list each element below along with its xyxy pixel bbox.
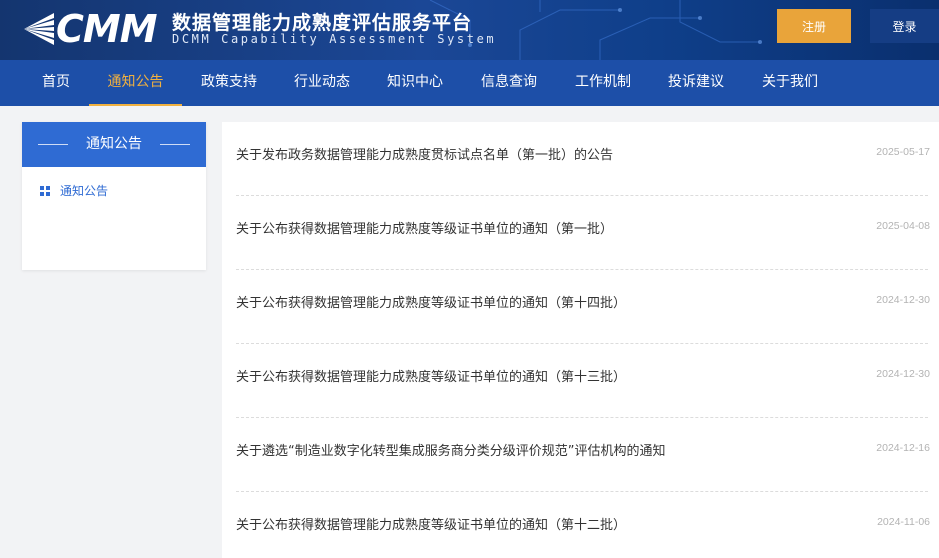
notice-title[interactable]: 关于公布获得数据管理能力成熟度等级证书单位的通知（第一批） — [236, 218, 613, 237]
notice-date: 2024-12-16 — [876, 442, 930, 454]
logo-text: CMM — [56, 7, 158, 51]
nav-item-knowledge[interactable]: 知识中心 — [377, 60, 453, 106]
nav-item-notices[interactable]: 通知公告 — [89, 60, 182, 106]
site-header: CMM 数据管理能力成熟度评估服务平台 DCMM Capability Asse… — [0, 0, 939, 60]
list-item[interactable]: 关于公布获得数据管理能力成熟度等级证书单位的通知（第十二批） 2024-11-0… — [236, 492, 930, 558]
site-title: 数据管理能力成熟度评估服务平台 — [172, 12, 473, 34]
notice-title[interactable]: 关于公布获得数据管理能力成熟度等级证书单位的通知（第十二批） — [236, 514, 626, 533]
notice-title[interactable]: 关于遴选“制造业数字化转型集成服务商分类分级评价规范”评估机构的通知 — [236, 440, 665, 459]
nav-item-info-query[interactable]: 信息查询 — [471, 60, 547, 106]
sidebar-heading: 通知公告 — [22, 122, 206, 167]
site-subtitle: DCMM Capability Assessment System — [172, 32, 497, 46]
notice-date: 2025-05-17 — [876, 146, 930, 158]
list-item[interactable]: 关于公布获得数据管理能力成熟度等级证书单位的通知（第十三批） 2024-12-3… — [236, 344, 930, 418]
nav-item-mechanism[interactable]: 工作机制 — [565, 60, 641, 106]
notice-date: 2024-12-30 — [876, 294, 930, 306]
nav-item-industry-news[interactable]: 行业动态 — [284, 60, 360, 106]
notice-list: 关于发布政务数据管理能力成熟度贯标试点名单（第一批）的公告 2025-05-17… — [222, 122, 939, 558]
notice-date: 2025-04-08 — [876, 220, 930, 232]
logo-fan-icon — [24, 13, 54, 45]
register-button[interactable]: 注册 — [777, 9, 851, 43]
sidebar-item-label: 通知公告 — [60, 184, 109, 198]
notice-title[interactable]: 关于公布获得数据管理能力成熟度等级证书单位的通知（第十四批） — [236, 292, 626, 311]
notice-date: 2024-12-30 — [876, 368, 930, 380]
nav-item-policy[interactable]: 政策支持 — [191, 60, 267, 106]
sidebar: 通知公告 通知公告 — [22, 122, 206, 270]
list-item[interactable]: 关于公布获得数据管理能力成熟度等级证书单位的通知（第十四批） 2024-12-3… — [236, 270, 930, 344]
nav-item-home[interactable]: 首页 — [30, 60, 82, 106]
notice-title[interactable]: 关于发布政务数据管理能力成熟度贯标试点名单（第一批）的公告 — [236, 144, 613, 163]
list-item[interactable]: 关于公布获得数据管理能力成熟度等级证书单位的通知（第一批） 2025-04-08 — [236, 196, 930, 270]
nav-item-complaints[interactable]: 投诉建议 — [658, 60, 734, 106]
list-item[interactable]: 关于发布政务数据管理能力成熟度贯标试点名单（第一批）的公告 2025-05-17 — [236, 122, 930, 196]
login-button[interactable]: 登录 — [870, 9, 939, 43]
notice-date: 2024-11-06 — [877, 516, 930, 528]
grid-icon — [40, 186, 50, 196]
dcmm-logo[interactable]: CMM — [20, 6, 170, 52]
sidebar-item-notices[interactable]: 通知公告 — [40, 182, 108, 200]
notice-title[interactable]: 关于公布获得数据管理能力成熟度等级证书单位的通知（第十三批） — [236, 366, 626, 385]
heading-line-right — [160, 144, 190, 145]
list-item[interactable]: 关于遴选“制造业数字化转型集成服务商分类分级评价规范”评估机构的通知 2024-… — [236, 418, 930, 492]
main-nav: 首页 通知公告 政策支持 行业动态 知识中心 信息查询 工作机制 投诉建议 关于… — [0, 60, 939, 106]
nav-item-about[interactable]: 关于我们 — [752, 60, 828, 106]
